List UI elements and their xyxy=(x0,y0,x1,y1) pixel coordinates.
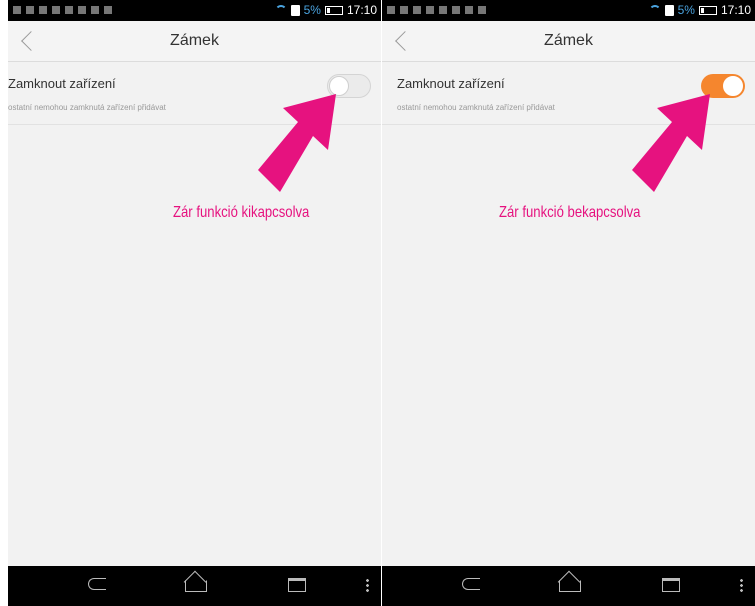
screen-lock-off: 5% 17:10 Zámek Zamknout zařízení ostatní… xyxy=(8,0,381,606)
status-right: 5% 17:10 xyxy=(648,3,751,17)
nav-menu-icon[interactable] xyxy=(740,578,743,592)
notification-icons xyxy=(13,6,112,16)
wifi-icon xyxy=(274,5,287,15)
nav-menu-icon[interactable] xyxy=(366,578,369,592)
status-bar: 5% 17:10 xyxy=(8,0,381,21)
clock: 17:10 xyxy=(720,3,751,17)
pointer-arrow-icon xyxy=(258,94,336,192)
annotation-caption: Zár funkció kikapcsolva xyxy=(173,204,310,221)
setting-label: Zamknout zařízení xyxy=(397,76,505,91)
nav-bar xyxy=(8,566,381,606)
sim-icon xyxy=(290,4,300,16)
pointer-arrow-icon xyxy=(632,94,710,192)
setting-description: ostatní nemohou zamknutá zařízení přidáv… xyxy=(397,103,555,112)
wifi-icon xyxy=(648,5,661,15)
battery-percent: 5% xyxy=(677,3,695,17)
title-bar: Zámek xyxy=(382,21,755,62)
screen-lock-on: 5% 17:10 Zámek Zamknout zařízení ostatní… xyxy=(382,0,755,606)
clock: 17:10 xyxy=(346,3,377,17)
nav-home-icon[interactable] xyxy=(185,580,207,592)
title-bar: Zámek xyxy=(8,21,381,62)
nav-bar xyxy=(382,566,755,606)
status-bar: 5% 17:10 xyxy=(382,0,755,21)
battery-icon xyxy=(698,5,717,15)
page-title: Zámek xyxy=(544,32,593,49)
toggle-knob xyxy=(723,76,743,96)
sim-icon xyxy=(664,4,674,16)
page-title: Zámek xyxy=(170,32,219,49)
nav-recent-icon[interactable] xyxy=(288,578,306,592)
nav-recent-icon[interactable] xyxy=(662,578,680,592)
nav-back-icon[interactable] xyxy=(462,578,480,590)
nav-home-icon[interactable] xyxy=(559,580,581,592)
nav-back-icon[interactable] xyxy=(88,578,106,590)
annotation-caption: Zár funkció bekapcsolva xyxy=(499,204,641,221)
battery-icon xyxy=(324,5,343,15)
notification-icons xyxy=(387,6,486,16)
battery-percent: 5% xyxy=(303,3,321,17)
status-right: 5% 17:10 xyxy=(274,3,377,17)
setting-description: ostatní nemohou zamknutá zařízení přidáv… xyxy=(8,103,166,112)
setting-label: Zamknout zařízení xyxy=(8,76,116,91)
